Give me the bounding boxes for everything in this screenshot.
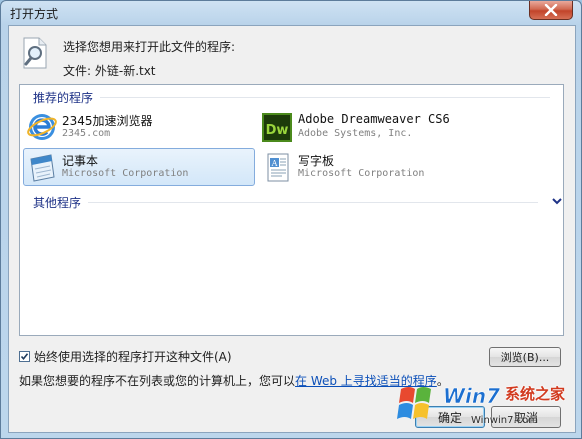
file-search-icon xyxy=(23,37,47,69)
help-text: 如果您想要的程序不在列表或您的计算机上，您可以在 Web 上寻找适当的程序。 xyxy=(19,372,449,389)
always-use-label: 始终使用选择的程序打开这种文件(A) xyxy=(34,350,232,364)
window-title: 打开方式 xyxy=(10,7,59,21)
program-name: 2345加速浏览器 xyxy=(62,114,153,128)
program-name: 记事本 xyxy=(62,154,99,168)
notepad-icon xyxy=(30,154,55,182)
svg-text:A: A xyxy=(271,159,278,168)
dialog-client-area: 选择您想用来打开此文件的程序: 文件: 外链-新.txt 推荐的程序 2345加… xyxy=(8,25,576,433)
program-item-dreamweaver[interactable]: Dw Adobe Dreamweaver CS6 Adobe Systems, … xyxy=(259,108,529,146)
program-name: Adobe Dreamweaver CS6 xyxy=(298,112,450,126)
watermark-brand: 系统之家 xyxy=(505,385,566,403)
program-item-notepad[interactable]: 记事本 Microsoft Corporation xyxy=(23,148,255,186)
help-suffix: 。 xyxy=(436,374,449,388)
program-vendor: Microsoft Corporation xyxy=(62,168,189,179)
group-divider xyxy=(88,202,538,203)
always-use-row[interactable]: 始终使用选择的程序打开这种文件(A) xyxy=(19,348,232,365)
always-use-checkbox[interactable] xyxy=(19,351,30,362)
close-button[interactable] xyxy=(529,1,573,20)
program-item-wordpad[interactable]: A 写字板 Microsoft Corporation xyxy=(259,148,529,186)
wordpad-icon: A xyxy=(267,153,289,182)
dreamweaver-icon: Dw xyxy=(262,113,292,142)
watermark-site: Winwin7.com xyxy=(471,415,538,426)
close-icon xyxy=(544,4,558,16)
program-item-2345-browser[interactable]: 2345加速浏览器 2345.com xyxy=(23,108,255,146)
program-name: 写字板 xyxy=(298,154,335,168)
recommended-group-heading[interactable]: 推荐的程序 xyxy=(33,89,93,106)
browser-e-icon xyxy=(27,114,57,140)
prompt-text: 选择您想用来打开此文件的程序: xyxy=(63,40,236,54)
program-vendor: 2345.com xyxy=(62,128,111,139)
chevron-down-icon[interactable] xyxy=(552,198,562,206)
help-prefix: 如果您想要的程序不在列表或您的计算机上，您可以 xyxy=(19,374,296,388)
browse-button[interactable]: 浏览(B)... xyxy=(489,347,561,367)
program-list[interactable]: 推荐的程序 2345加速浏览器 2345.com Dw Adobe Dreamw… xyxy=(19,84,564,336)
other-programs-heading[interactable]: 其他程序 xyxy=(33,194,81,211)
group-divider xyxy=(100,97,550,98)
open-with-dialog: 打开方式 选择您想用来打开此文件的程序: 文件: 外链-新.txt 推荐的程序 xyxy=(0,0,582,439)
program-vendor: Adobe Systems, Inc. xyxy=(298,128,413,139)
dreamweaver-icon-text: Dw xyxy=(266,123,289,138)
file-name-label: 文件: 外链-新.txt xyxy=(63,64,156,78)
program-vendor: Microsoft Corporation xyxy=(298,168,425,179)
web-search-link[interactable]: 在 Web 上寻找适当的程序 xyxy=(295,374,437,388)
checkmark-icon xyxy=(20,353,29,361)
